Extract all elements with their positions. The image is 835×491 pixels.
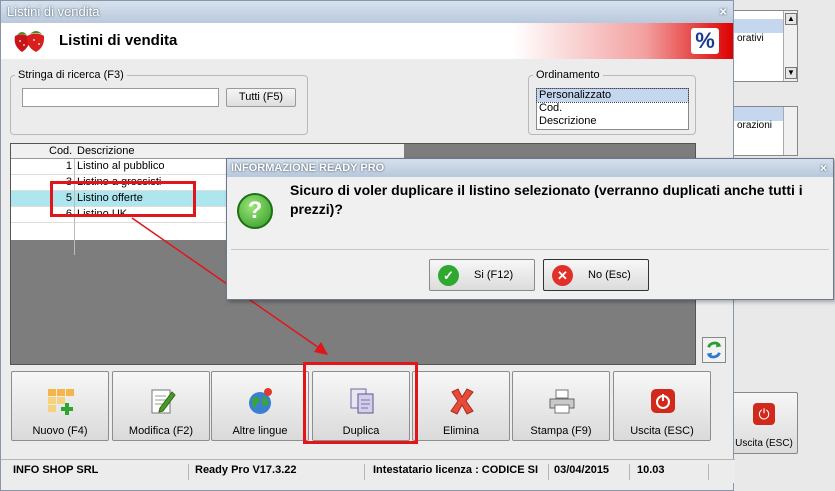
table-header: Cod. Descrizione (11, 144, 404, 159)
window-close-button[interactable]: × (719, 4, 727, 19)
ordering-option[interactable]: Descrizione (537, 115, 688, 128)
refresh-arrows-icon (706, 341, 722, 359)
column-header-cod[interactable]: Cod. (49, 145, 72, 157)
background-list-bottom[interactable]: orazioni (732, 106, 798, 156)
window-title: Listini di vendita (7, 4, 100, 19)
background-list-top-text: orativi (737, 33, 764, 44)
status-bar: INFO SHOP SRL Ready Pro V17.3.22 Intesta… (1, 459, 735, 483)
scroll-up-icon[interactable]: ▲ (785, 13, 797, 25)
background-list-top-scrollbar[interactable]: ▲ ▼ (783, 11, 797, 81)
refresh-button[interactable] (702, 337, 726, 363)
dialog-title: INFORMAZIONE READY PRO (231, 162, 385, 174)
printer-icon (549, 389, 575, 414)
percent-icon: % (691, 28, 719, 54)
question-icon: ? (237, 193, 273, 229)
dialog-close-button[interactable]: × (820, 161, 827, 175)
status-version: Ready Pro V17.3.22 (191, 464, 365, 480)
power-icon (651, 389, 675, 413)
confirm-dialog: INFORMAZIONE READY PRO × ? Sicuro di vol… (226, 158, 834, 300)
other-languages-button[interactable]: Altre lingue (211, 371, 309, 441)
background-exit-button[interactable]: ⏻ Uscita (ESC) (730, 392, 798, 454)
ordering-list[interactable]: Personalizzato Cod. Descrizione (536, 88, 689, 130)
ordering-option[interactable]: Cod. (537, 102, 688, 115)
ordering-legend: Ordinamento (536, 69, 600, 81)
globe-icon (249, 388, 272, 414)
power-icon: ⏻ (753, 403, 775, 425)
highlight-selected-row (50, 181, 196, 217)
all-button[interactable]: Tutti (F5) (226, 88, 296, 107)
strawberry-logo-icon (14, 31, 45, 52)
ordering-option[interactable]: Personalizzato (536, 88, 689, 103)
window-header: Listini di vendita % (1, 23, 733, 59)
status-company: INFO SHOP SRL (9, 464, 189, 480)
delete-x-icon (450, 388, 474, 415)
new-button[interactable]: Nuovo (F4) (11, 371, 109, 441)
background-list-top[interactable]: orativi ▲ ▼ (732, 10, 798, 82)
dialog-titlebar: INFORMAZIONE READY PRO × (227, 159, 833, 177)
yes-button[interactable]: ✓ Si (F12) (429, 259, 535, 291)
header-title: Listini di vendita (59, 32, 178, 49)
status-time: 10.03 (633, 464, 709, 480)
highlight-duplicate-button (303, 362, 418, 444)
edit-button[interactable]: Modifica (F2) (112, 371, 210, 441)
status-date: 03/04/2015 (550, 464, 630, 480)
search-input[interactable] (22, 88, 219, 107)
print-button[interactable]: Stampa (F9) (512, 371, 610, 441)
edit-pencil-icon (151, 389, 176, 414)
window-titlebar: Listini di vendita × (1, 1, 733, 23)
background-list-bottom-scrollbar[interactable] (783, 107, 797, 155)
background-list-bottom-text: orazioni (737, 120, 773, 131)
scroll-down-icon[interactable]: ▼ (785, 67, 797, 79)
exit-button[interactable]: Uscita (ESC) (613, 371, 711, 441)
dialog-message: Sicuro di voler duplicare il listino sel… (290, 182, 803, 217)
cancel-x-icon: ✕ (552, 265, 573, 286)
no-button[interactable]: ✕ No (Esc) (543, 259, 649, 291)
status-license: Intestatario licenza : CODICE SI (369, 464, 549, 480)
delete-button[interactable]: Elimina (412, 371, 510, 441)
check-icon: ✓ (438, 265, 459, 286)
new-grid-icon (48, 389, 74, 415)
column-header-desc[interactable]: Descrizione (77, 145, 134, 157)
search-legend: Stringa di ricerca (F3) (18, 69, 124, 81)
